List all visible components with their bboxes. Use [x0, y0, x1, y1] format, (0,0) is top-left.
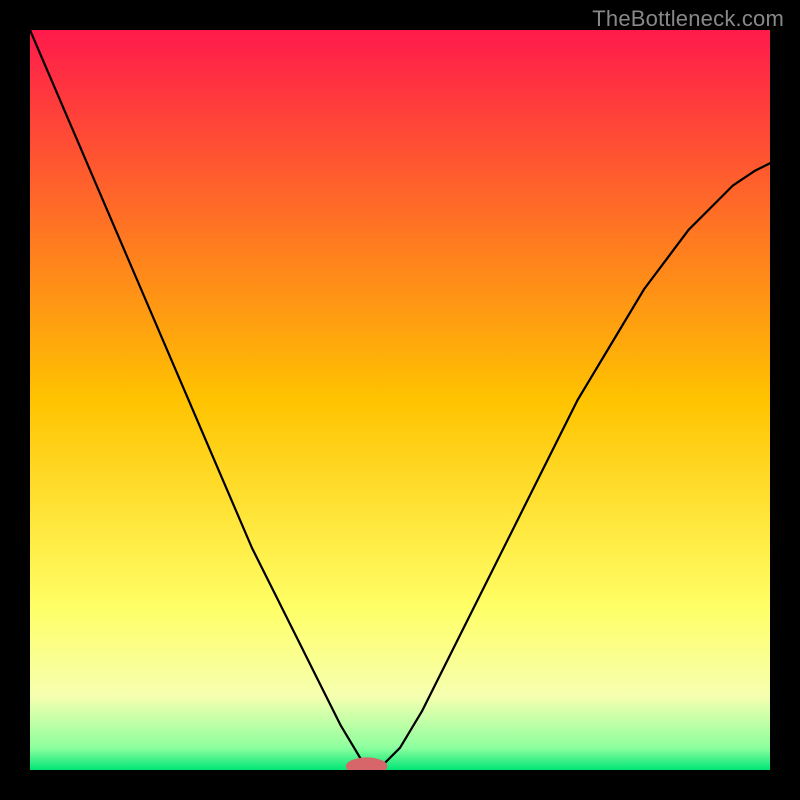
chart-frame: TheBottleneck.com: [0, 0, 800, 800]
bottleneck-chart: [30, 30, 770, 770]
watermark-label: TheBottleneck.com: [592, 6, 784, 32]
gradient-bg: [30, 30, 770, 770]
